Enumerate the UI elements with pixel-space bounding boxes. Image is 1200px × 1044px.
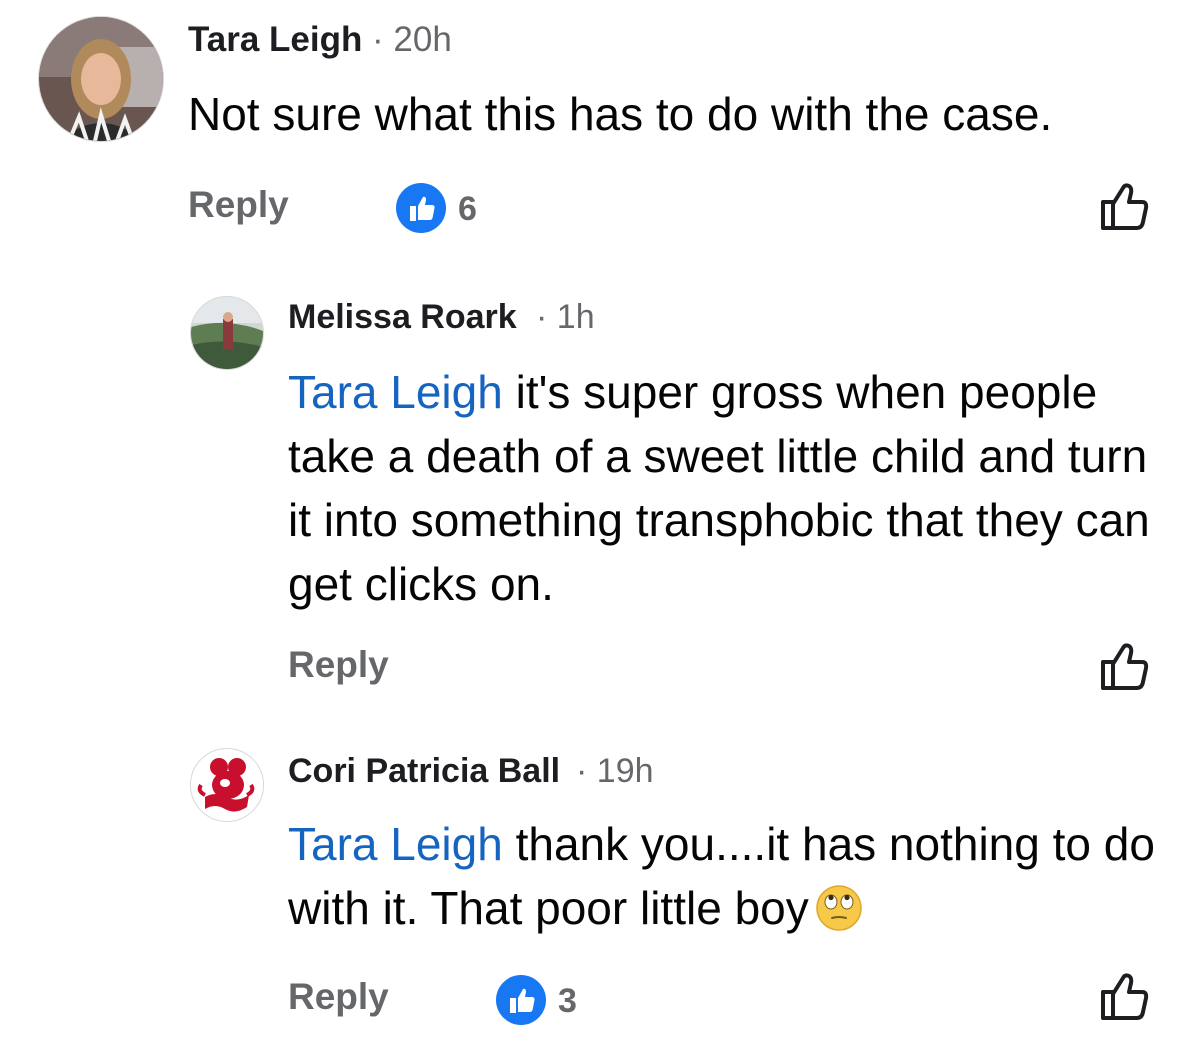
reaction-count[interactable]: 3 <box>558 982 577 1021</box>
like-button-thumbs-up-icon[interactable] <box>1098 640 1150 692</box>
comment-author[interactable]: Melissa Roark <box>288 298 517 337</box>
separator-dot: · <box>536 298 548 336</box>
like-reaction-icon[interactable] <box>396 183 446 233</box>
avatar[interactable] <box>190 296 264 370</box>
reaction-count[interactable]: 6 <box>458 190 477 229</box>
comment-timestamp[interactable]: 19h <box>597 752 654 790</box>
avatar-photo <box>191 297 263 369</box>
comment-text: Tara Leigh it's super gross when people … <box>288 360 1168 616</box>
separator-dot: · <box>576 752 588 790</box>
like-reaction-icon[interactable] <box>496 975 546 1025</box>
comment-meta: · 1h <box>536 298 595 337</box>
avatar-logo <box>191 749 263 821</box>
comment-meta: · 19h <box>576 752 654 791</box>
comment-timestamp[interactable]: 1h <box>557 298 595 336</box>
avatar[interactable] <box>190 748 264 822</box>
face-with-rolling-eyes-emoji <box>815 884 863 932</box>
comment-text: Tara Leigh thank you....it has nothing t… <box>288 812 1178 940</box>
mention-link[interactable]: Tara Leigh <box>288 818 503 870</box>
mention-link[interactable]: Tara Leigh <box>288 366 503 418</box>
like-button-thumbs-up-icon[interactable] <box>1098 970 1150 1022</box>
reply-button[interactable]: Reply <box>288 976 389 1018</box>
like-button-thumbs-up-icon[interactable] <box>1098 180 1150 232</box>
comment-author[interactable]: Cori Patricia Ball <box>288 752 560 791</box>
comment-meta: · 20h <box>372 20 452 60</box>
comment-author[interactable]: Tara Leigh <box>188 20 362 60</box>
comment-text: Not sure what this has to do with the ca… <box>188 82 1178 146</box>
comment-timestamp[interactable]: 20h <box>393 20 451 59</box>
reply-button[interactable]: Reply <box>288 644 389 686</box>
separator-dot: · <box>372 20 384 59</box>
reply-button[interactable]: Reply <box>188 184 289 226</box>
avatar[interactable] <box>38 16 164 142</box>
avatar-photo <box>39 17 163 141</box>
comment-body: Not sure what this has to do with the ca… <box>188 88 1053 140</box>
